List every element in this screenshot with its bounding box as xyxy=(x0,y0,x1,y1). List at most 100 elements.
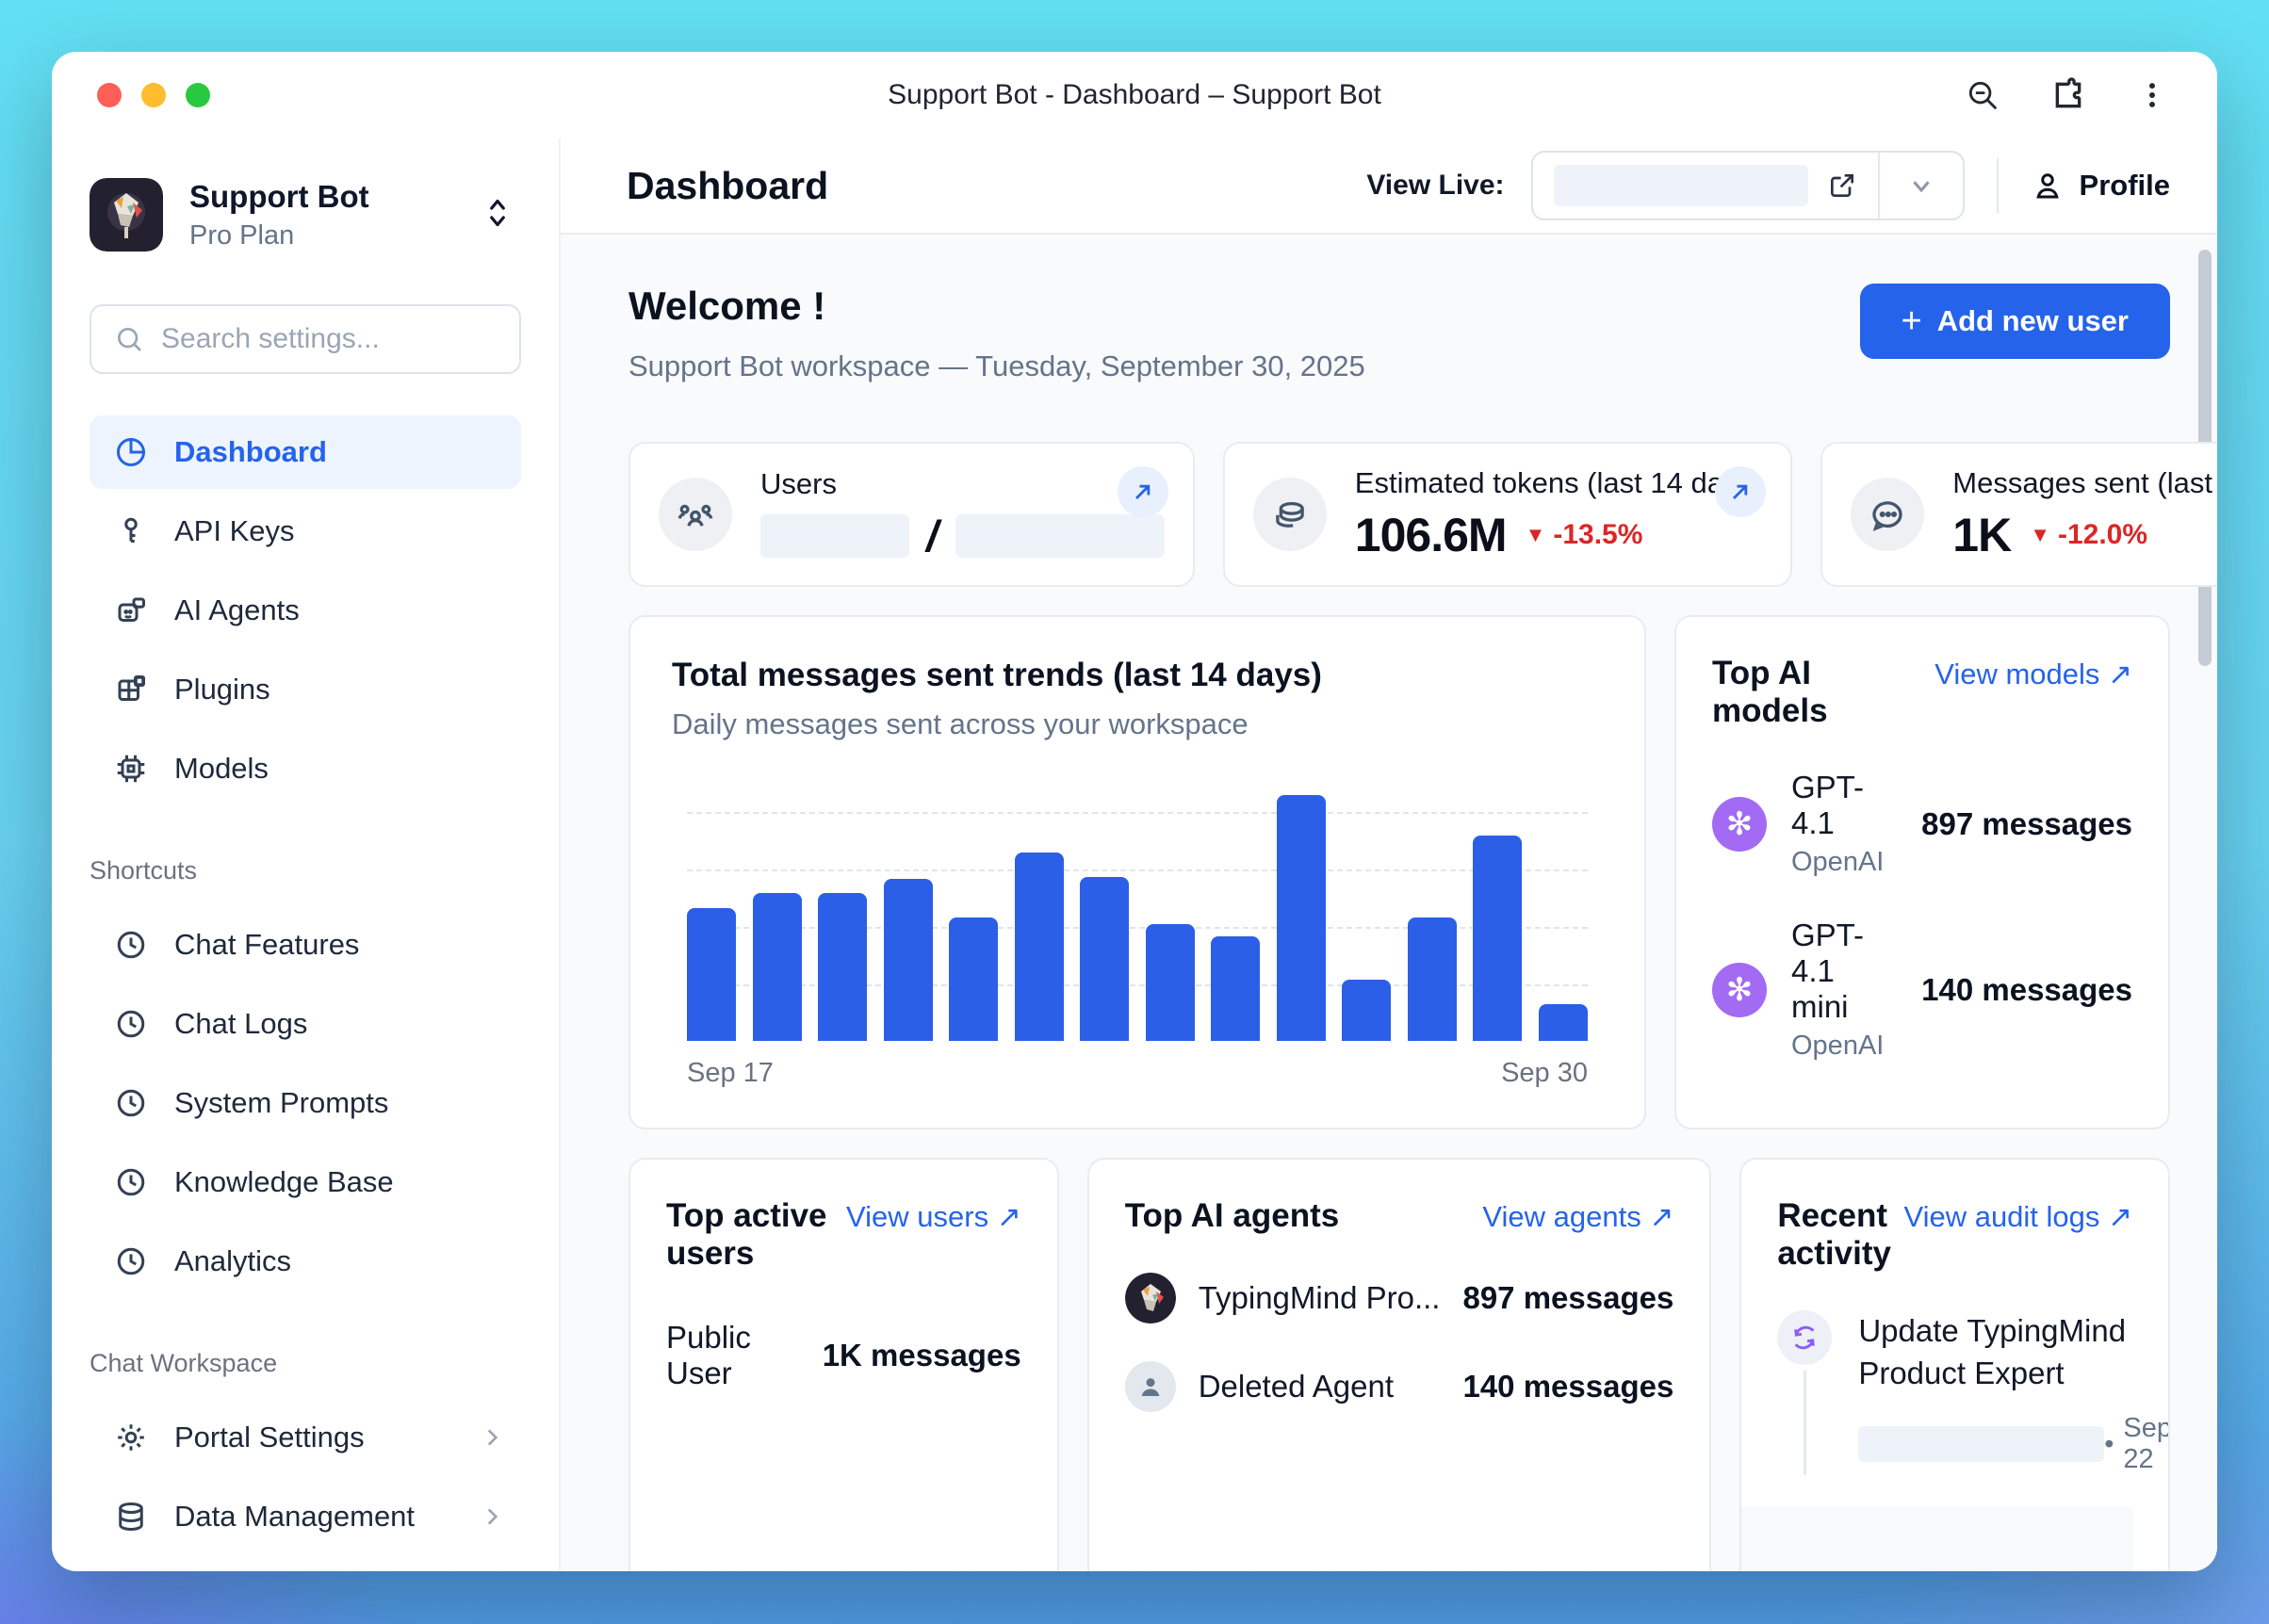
sync-icon xyxy=(1777,1310,1832,1365)
chart-bar xyxy=(1342,980,1391,1041)
chart-bar xyxy=(1211,936,1260,1041)
sidebar-item-label: Plugins xyxy=(174,673,270,706)
stat-value: 106.6M xyxy=(1355,508,1507,562)
top-ai-agents-card: Top AI agents View agents ↗ TypingMind P… xyxy=(1087,1158,1712,1571)
add-new-user-button[interactable]: + Add new user xyxy=(1860,284,2170,359)
sidebar: Support Bot Pro Plan Dashboard xyxy=(52,138,561,1571)
divider xyxy=(1997,158,1999,213)
database-icon xyxy=(114,1500,148,1534)
workspace-plan: Pro Plan xyxy=(189,220,369,252)
chart-title: Total messages sent trends (last 14 days… xyxy=(672,657,1603,694)
deleted-agent-avatar xyxy=(1125,1361,1176,1412)
sidebar-item-label: Data Management xyxy=(174,1500,415,1534)
sidebar-item-integrations[interactable]: Integrations xyxy=(90,1559,521,1571)
sidebar-item-label: API Keys xyxy=(174,514,295,548)
model-message-count: 140 messages xyxy=(1921,972,2132,1008)
sidebar-item-data-management[interactable]: Data Management xyxy=(90,1480,521,1553)
workspace-switcher[interactable]: Support Bot Pro Plan xyxy=(90,178,521,252)
user-message-count: 1K messages xyxy=(823,1338,1021,1373)
profile-button[interactable]: Profile xyxy=(2031,169,2170,203)
search-input[interactable] xyxy=(161,323,497,355)
sidebar-nav: Dashboard API Keys AI Agents xyxy=(90,415,521,805)
external-arrow-icon: ↗ xyxy=(1649,1200,1673,1233)
sidebar-item-chat-features[interactable]: Chat Features xyxy=(90,908,521,982)
view-users-link[interactable]: View users ↗ xyxy=(846,1200,1021,1234)
section-label-chat-workspace: Chat Workspace xyxy=(90,1349,521,1378)
chart-bar xyxy=(1015,853,1064,1041)
clock-icon xyxy=(114,1086,148,1120)
stat-label: Messages sent (last 14 days) xyxy=(1952,466,2217,500)
stat-card-tokens: Estimated tokens (last 14 days) 106.6M ▼… xyxy=(1223,442,1792,587)
chart-bar xyxy=(949,918,998,1041)
chart-plot xyxy=(687,785,1588,1041)
card-title: Top AI agents xyxy=(1125,1197,1340,1235)
extensions-icon[interactable] xyxy=(2049,76,2087,114)
activity-item: Update TypingMind Product Expert •Sep 22 xyxy=(1777,1310,2132,1475)
plus-icon: + xyxy=(1902,303,1922,339)
welcome-heading: Welcome ! xyxy=(628,284,1365,329)
workspace-logo xyxy=(90,178,163,252)
x-axis-label-end: Sep 30 xyxy=(1501,1058,1588,1089)
sidebar-item-knowledge-base[interactable]: Knowledge Base xyxy=(90,1145,521,1219)
x-axis-label-start: Sep 17 xyxy=(687,1058,774,1089)
chip-icon xyxy=(114,752,148,786)
chart-subtitle: Daily messages sent across your workspac… xyxy=(672,707,1603,741)
sidebar-item-portal-settings[interactable]: Portal Settings xyxy=(90,1401,521,1474)
activity-placeholder-block xyxy=(1741,1507,2132,1571)
down-triangle-icon: ▼ xyxy=(1526,523,1546,547)
open-users-arrow-button[interactable] xyxy=(1118,466,1168,517)
sidebar-item-api-keys[interactable]: API Keys xyxy=(90,495,521,568)
sidebar-item-chat-logs[interactable]: Chat Logs xyxy=(90,987,521,1061)
workspace-name: Support Bot xyxy=(189,179,369,215)
zoom-window-button[interactable] xyxy=(186,83,210,107)
coins-icon xyxy=(1253,478,1327,551)
window-title: Support Bot - Dashboard – Support Bot xyxy=(888,79,1381,111)
view-agents-link[interactable]: View agents ↗ xyxy=(1482,1200,1673,1234)
chart-bar xyxy=(1146,924,1195,1041)
external-arrow-icon: ↗ xyxy=(2108,658,2132,690)
settings-search[interactable] xyxy=(90,304,521,374)
view-live-control[interactable] xyxy=(1531,151,1965,220)
view-models-link[interactable]: View models ↗ xyxy=(1934,658,2132,691)
sidebar-item-label: Dashboard xyxy=(174,435,327,469)
sidebar-item-label: System Prompts xyxy=(174,1086,388,1120)
external-link-icon[interactable] xyxy=(1827,171,1857,201)
stat-value: 1K xyxy=(1952,508,2011,562)
chart-bar xyxy=(818,893,867,1041)
typingmind-agent-avatar xyxy=(1125,1273,1176,1324)
traffic-lights xyxy=(97,52,210,138)
close-window-button[interactable] xyxy=(97,83,122,107)
sidebar-item-models[interactable]: Models xyxy=(90,732,521,805)
agent-message-count: 897 messages xyxy=(1462,1280,1673,1316)
sidebar-item-plugins[interactable]: Plugins xyxy=(90,653,521,726)
chat-bubble-icon xyxy=(1851,478,1924,551)
open-tokens-arrow-button[interactable] xyxy=(1715,466,1766,517)
external-arrow-icon: ↗ xyxy=(997,1200,1021,1233)
add-user-label: Add new user xyxy=(1937,304,2129,338)
main-area: Dashboard View Live: xyxy=(561,138,2217,1571)
agent-message-count: 140 messages xyxy=(1462,1369,1673,1405)
sidebar-item-analytics[interactable]: Analytics xyxy=(90,1225,521,1298)
sidebar-item-system-prompts[interactable]: System Prompts xyxy=(90,1066,521,1140)
redacted-activity-detail xyxy=(1858,1426,2104,1462)
recent-activity-card: Recent activity View audit logs ↗ xyxy=(1739,1158,2170,1571)
agent-name: Deleted Agent xyxy=(1199,1369,1394,1405)
profile-label: Profile xyxy=(2080,169,2170,203)
sidebar-item-ai-agents[interactable]: AI Agents xyxy=(90,574,521,647)
stat-label: Estimated tokens (last 14 days) xyxy=(1355,466,1762,500)
minimize-window-button[interactable] xyxy=(141,83,166,107)
welcome-subheading: Support Bot workspace — Tuesday, Septemb… xyxy=(628,349,1365,383)
chart-bar xyxy=(884,879,933,1041)
view-live-dropdown-button[interactable] xyxy=(1880,153,1963,219)
blocks-icon xyxy=(114,673,148,706)
down-triangle-icon: ▼ xyxy=(2030,523,2050,547)
activity-title: Update TypingMind Product Expert xyxy=(1858,1310,2170,1394)
sidebar-item-dashboard[interactable]: Dashboard xyxy=(90,415,521,489)
kebab-menu-icon[interactable] xyxy=(2136,79,2168,111)
model-row: ✻ GPT-4.1 OpenAI 897 messages xyxy=(1712,770,2132,878)
chart-bar xyxy=(1539,1004,1588,1041)
view-audit-logs-link[interactable]: View audit logs ↗ xyxy=(1903,1200,2132,1234)
zoom-out-icon[interactable] xyxy=(1965,77,2000,113)
sidebar-item-label: Portal Settings xyxy=(174,1421,365,1454)
clock-icon xyxy=(114,1165,148,1199)
